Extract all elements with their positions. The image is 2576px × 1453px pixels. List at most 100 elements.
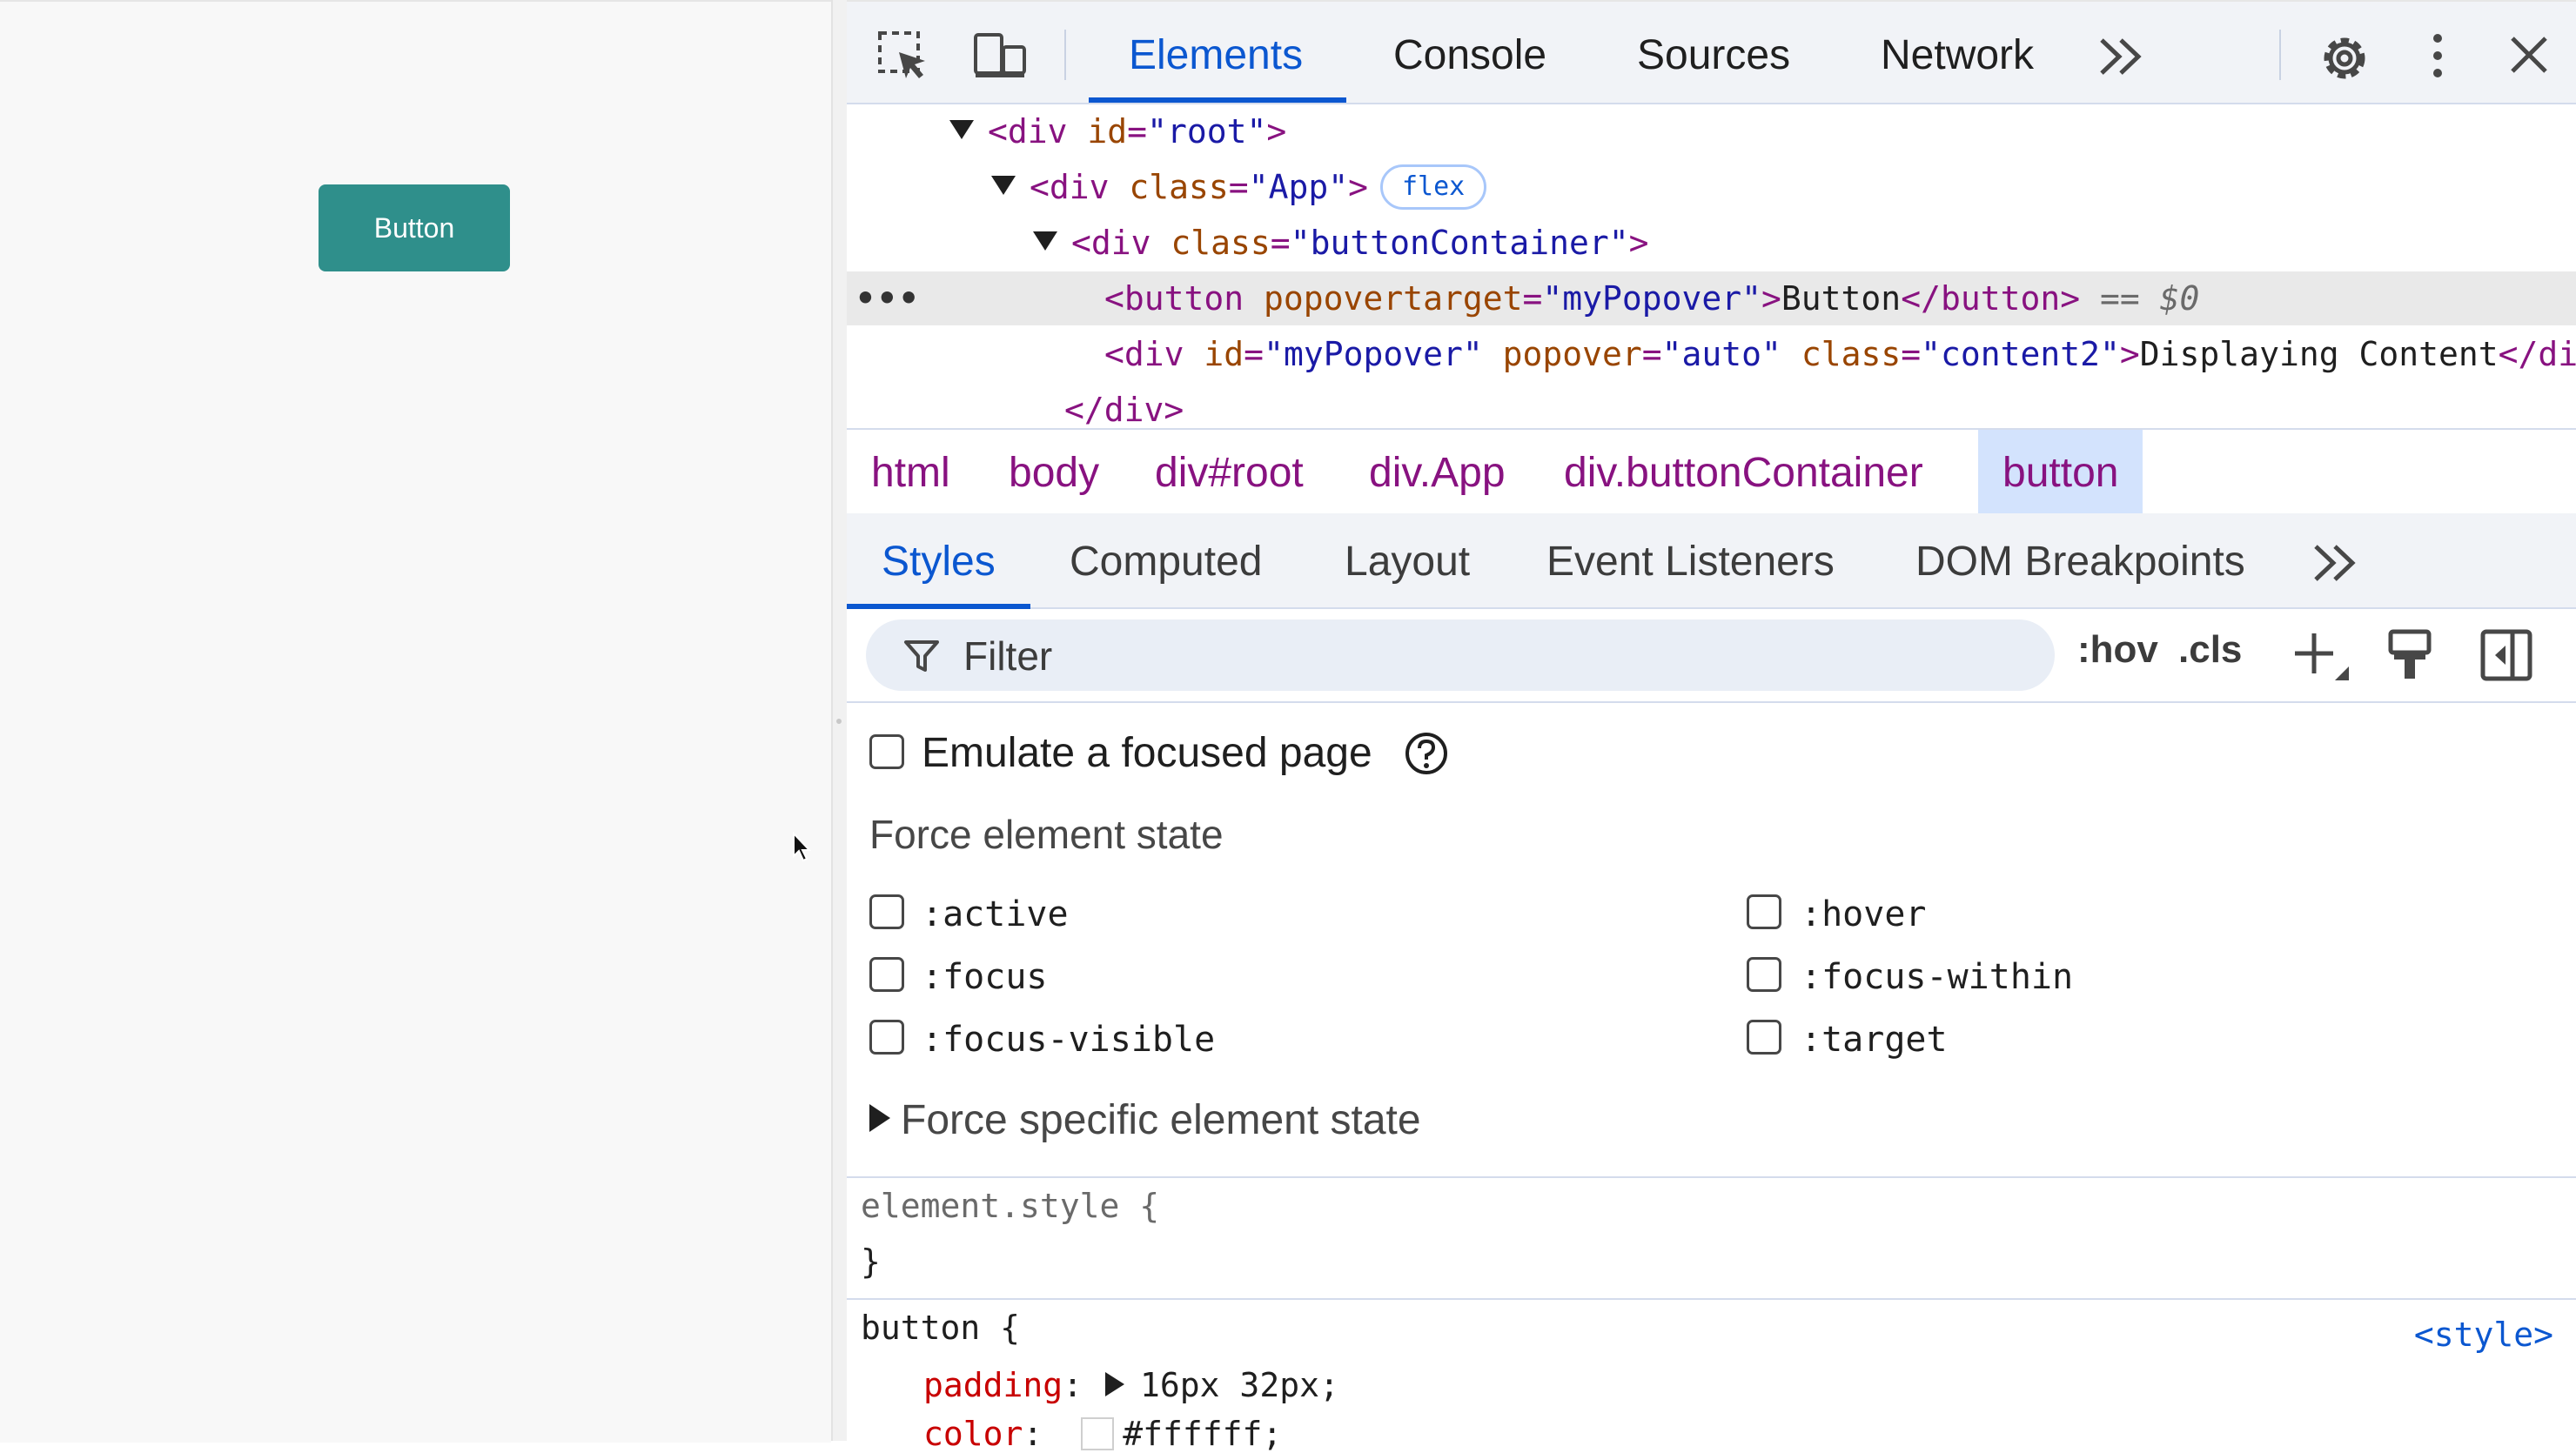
subtab-styles[interactable]: Styles — [847, 513, 1030, 609]
expand-value-caret-icon[interactable] — [1105, 1372, 1125, 1396]
state-checkbox-focus[interactable] — [869, 957, 904, 992]
tag-name: <div — [1104, 335, 1184, 373]
flex-badge[interactable]: flex — [1379, 164, 1487, 210]
attr-value: "root" — [1147, 112, 1267, 151]
dom-node-close[interactable]: </div> — [1064, 383, 1184, 428]
breadcrumb-body[interactable]: body — [1009, 430, 1099, 513]
tag-name: <div — [1071, 224, 1151, 262]
attr-equals: = — [1270, 224, 1291, 262]
subtab-event-listeners[interactable]: Event Listeners — [1546, 513, 1835, 607]
dom-node-button-selected[interactable]: ••• <button popovertarget="myPopover">Bu… — [847, 271, 2576, 325]
element-style-selector-text: element.style { — [861, 1187, 1160, 1225]
state-checkbox-hover[interactable] — [1747, 894, 1781, 929]
state-label-hover: :hover — [1801, 894, 1927, 934]
subtab-layout[interactable]: Layout — [1345, 513, 1470, 607]
tag-close: > — [1266, 112, 1287, 151]
help-icon[interactable] — [1404, 731, 1449, 776]
attr-name: popovertarget — [1264, 279, 1523, 318]
node-text: Button — [1781, 279, 1902, 318]
tab-elements[interactable]: Elements — [1088, 2, 1347, 103]
element-style-selector[interactable]: element.style { — [861, 1187, 1159, 1225]
attr-equals: = — [1641, 335, 1662, 373]
dom-node-app[interactable]: <div class="App"> flex — [991, 160, 1487, 214]
gear-icon[interactable] — [2316, 30, 2373, 87]
breadcrumb-div-buttoncontainer[interactable]: div.buttonContainer — [1564, 430, 1923, 513]
attr-equals: = — [1522, 279, 1543, 318]
attr-name: class — [1129, 168, 1229, 206]
tab-console[interactable]: Console — [1393, 2, 1546, 101]
tag-name: <button — [1104, 279, 1244, 318]
state-checkbox-active[interactable] — [869, 894, 904, 929]
caret-right-icon — [869, 1104, 890, 1132]
dom-tree: <div id="root"> <div class="App"> flex <d… — [847, 103, 2576, 428]
tab-network[interactable]: Network — [1881, 2, 2034, 101]
state-checkbox-focus-within[interactable] — [1747, 957, 1781, 992]
tag-close: > — [2119, 335, 2140, 373]
tag-close: > — [1628, 224, 1649, 262]
chevron-double-right-icon[interactable] — [2096, 37, 2143, 77]
format-painter-icon[interactable] — [2385, 628, 2434, 682]
attr-name: class — [1171, 224, 1271, 262]
toggle-sidebar-icon[interactable] — [2479, 628, 2533, 682]
breadcrumb-button[interactable]: button — [1978, 430, 2143, 513]
attr-equals: = — [1127, 112, 1148, 151]
tag-end: </div> — [1064, 391, 1184, 428]
color-declaration[interactable]: color: #ffffff; — [923, 1415, 1282, 1453]
attr-name: class — [1801, 335, 1902, 373]
emulate-focused-label: Emulate a focused page — [922, 730, 1372, 776]
force-state-title: Force element state — [869, 812, 1224, 857]
attr-name: id — [1204, 335, 1244, 373]
button-rule-selector[interactable]: button { — [861, 1309, 1020, 1347]
breadcrumb-html[interactable]: html — [871, 430, 950, 513]
device-toolbar-icon[interactable] — [972, 30, 1030, 84]
subtab-dom-breakpoints[interactable]: DOM Breakpoints — [1915, 513, 2245, 607]
emulate-focused-checkbox[interactable] — [869, 734, 904, 769]
force-specific-state-toggle[interactable]: Force specific element state — [869, 1096, 1421, 1144]
rule-separator — [847, 1298, 2576, 1300]
inspect-element-icon[interactable] — [876, 30, 930, 84]
property-value: #ffffff; — [1123, 1415, 1283, 1453]
breadcrumb-div-app[interactable]: div.App — [1369, 430, 1506, 513]
more-vertical-icon[interactable] — [2429, 30, 2446, 82]
style-source-link[interactable]: <style> — [2414, 1316, 2553, 1354]
tag-close: > — [1348, 168, 1368, 206]
attr-value: "myPopover" — [1542, 279, 1762, 318]
cls-toggle[interactable]: .cls — [2178, 628, 2242, 672]
expanded-triangle-icon[interactable] — [991, 176, 1016, 195]
attr-value: "content2" — [1921, 335, 2120, 373]
filter-icon — [904, 640, 939, 672]
subtab-computed[interactable]: Computed — [1070, 513, 1262, 607]
attr-value: "myPopover" — [1264, 335, 1483, 373]
node-actions-ellipsis[interactable]: ••• — [855, 271, 921, 325]
styles-subtabs: Styles Computed Layout Event Listeners D… — [847, 513, 2576, 609]
chevron-double-right-icon[interactable] — [2311, 543, 2358, 583]
toolbar-separator — [1064, 30, 1066, 80]
tag-end: </button> — [1901, 279, 2081, 318]
mouse-cursor-icon — [793, 832, 812, 862]
color-swatch[interactable] — [1081, 1417, 1115, 1450]
attr-equals: = — [1228, 168, 1249, 206]
state-checkbox-focus-visible[interactable] — [869, 1020, 904, 1055]
hov-toggle[interactable]: :hov — [2077, 628, 2158, 672]
page-button[interactable]: Button — [319, 184, 510, 271]
element-style-close: } — [861, 1242, 881, 1281]
filter-input[interactable] — [962, 619, 2009, 693]
state-checkbox-target[interactable] — [1747, 1020, 1781, 1055]
padding-declaration[interactable]: padding: 16px 32px; — [923, 1366, 1339, 1404]
devtools-panel: Elements Console Sources Network <div id… — [847, 0, 2576, 1453]
tab-sources[interactable]: Sources — [1637, 2, 1790, 101]
attr-name: popover — [1502, 335, 1642, 373]
expanded-triangle-icon[interactable] — [949, 120, 974, 139]
tag-name: <div — [988, 112, 1068, 151]
dom-node-button-container[interactable]: <div class="buttonContainer"> — [1033, 216, 1649, 270]
close-icon[interactable] — [2507, 33, 2551, 77]
dom-node-popover[interactable]: <div id="myPopover" popover="auto" class… — [1104, 327, 2576, 381]
splitter-handle[interactable] — [836, 719, 842, 724]
new-style-rule-icon[interactable] — [2290, 628, 2351, 682]
dom-node-root[interactable]: <div id="root"> — [949, 104, 1286, 158]
filter-box[interactable] — [866, 619, 2055, 693]
breadcrumb-div-root[interactable]: div#root — [1155, 430, 1304, 513]
property-name: color — [923, 1415, 1023, 1453]
style-rules: element.style { } button { <style> paddi… — [847, 1178, 2576, 1453]
expanded-triangle-icon[interactable] — [1033, 231, 1057, 251]
